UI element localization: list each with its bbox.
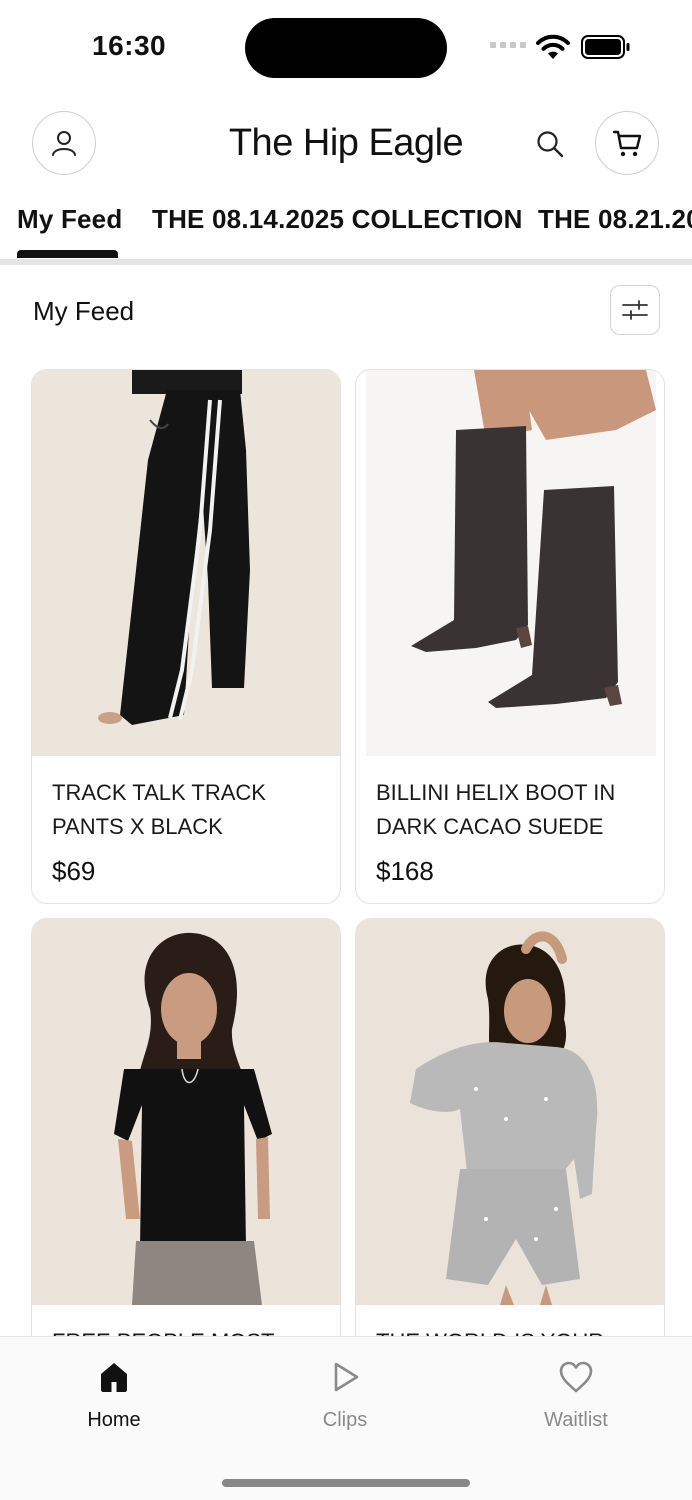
- dynamic-island: [245, 18, 447, 78]
- cart-icon: [612, 130, 642, 157]
- status-time: 16:30: [92, 30, 167, 61]
- product-price: $168: [376, 856, 434, 886]
- play-icon: [334, 1362, 359, 1392]
- filter-button[interactable]: [610, 285, 660, 335]
- product-image-grey-set[interactable]: [356, 919, 664, 1305]
- nav-waitlist-label: Waitlist: [544, 1409, 608, 1431]
- product-name: TRACK TALK TRACK PANTS X BLACK: [52, 780, 266, 839]
- collection-tabs: My Feed THE 08.14.2025 COLLECTION THE 08…: [0, 196, 692, 266]
- product-image-helix-boot[interactable]: [356, 370, 664, 756]
- nav-home-label: Home: [87, 1409, 141, 1431]
- tab-my-feed[interactable]: My Feed: [17, 204, 122, 235]
- tabs-divider: [0, 259, 692, 265]
- app-header: The Hip Eagle: [0, 100, 692, 190]
- bottom-tab-bar: Home Clips Waitlist: [0, 1336, 692, 1500]
- search-icon: [537, 131, 564, 158]
- product-price: $69: [52, 856, 96, 886]
- product-card[interactable]: BILLINI HELIX BOOT IN DARK CACAO SUEDE $…: [355, 369, 665, 904]
- product-card[interactable]: FREE PEOPLE MOST: [31, 918, 341, 1398]
- nav-clips[interactable]: Clips: [275, 1357, 415, 1432]
- heart-icon: [559, 1361, 593, 1393]
- home-indicator[interactable]: [222, 1479, 470, 1487]
- product-name: BILLINI HELIX BOOT IN DARK CACAO SUEDE: [376, 780, 616, 839]
- product-image-black-top[interactable]: [32, 919, 340, 1305]
- wifi-icon: [536, 34, 570, 59]
- search-button[interactable]: [530, 124, 570, 164]
- nav-home[interactable]: Home: [44, 1357, 184, 1432]
- feed-title: My Feed: [33, 296, 135, 326]
- sliders-icon: [622, 300, 648, 320]
- cellular-signal-icon: [490, 42, 526, 48]
- cart-button[interactable]: [595, 111, 659, 175]
- status-bar: 16:30: [0, 0, 692, 90]
- tab-collection-08-21[interactable]: THE 08.21.20: [538, 204, 692, 235]
- product-image-track-pants[interactable]: [32, 370, 340, 756]
- brand-title: The Hip Eagle: [228, 122, 464, 164]
- product-card[interactable]: TRACK TALK TRACK PANTS X BLACK $69: [31, 369, 341, 904]
- battery-icon: [581, 35, 630, 59]
- tab-collection-08-14-2025[interactable]: THE 08.14.2025 COLLECTION: [152, 204, 523, 235]
- active-tab-indicator: [17, 250, 118, 258]
- home-icon: [101, 1363, 127, 1392]
- product-card[interactable]: THE WORLD IS YOUR: [355, 918, 665, 1398]
- nav-clips-label: Clips: [322, 1409, 368, 1431]
- nav-waitlist[interactable]: Waitlist: [506, 1357, 646, 1432]
